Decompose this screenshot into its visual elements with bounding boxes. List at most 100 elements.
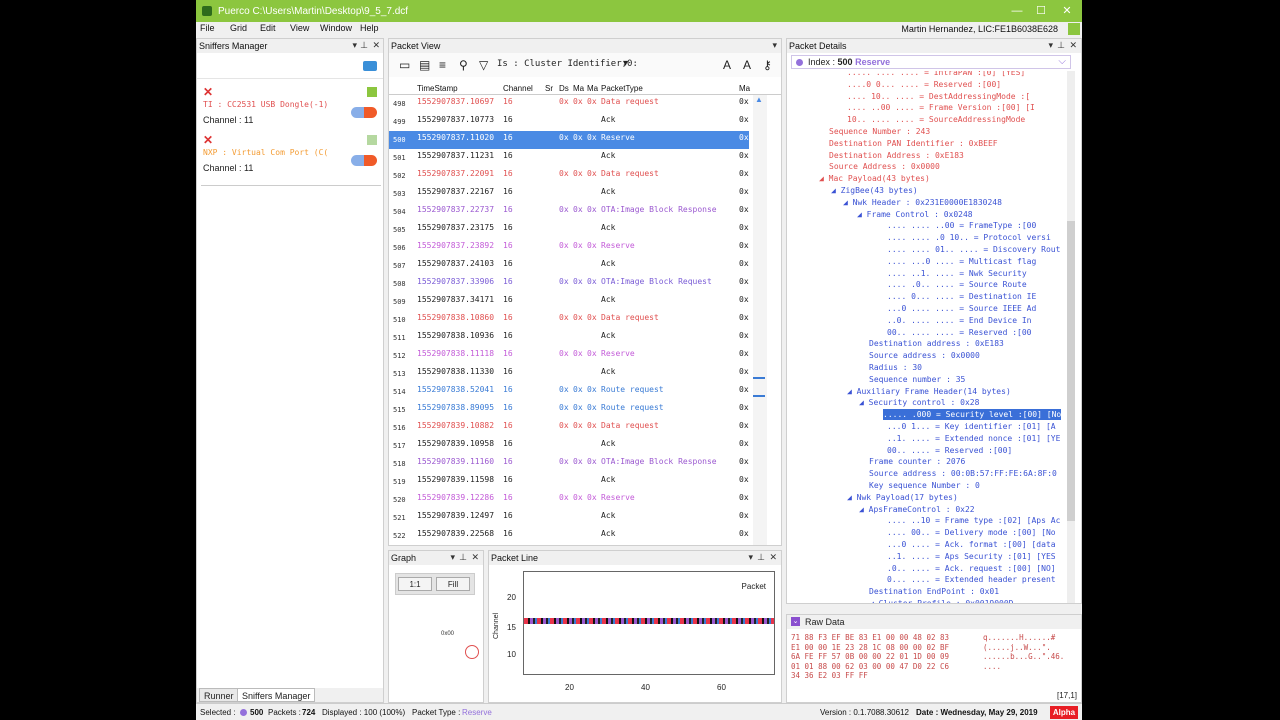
tree-node[interactable]: 10.. .... .... = SourceAddressingMode bbox=[847, 114, 1025, 125]
filter-icon[interactable]: ▽ bbox=[479, 58, 488, 72]
tree-node[interactable]: ...0 1... = Key identifier :[01] [A bbox=[887, 421, 1056, 432]
slider-track[interactable] bbox=[201, 185, 381, 189]
tree-node[interactable]: Sequence number : 35 bbox=[869, 374, 965, 385]
tree-node[interactable]: ..1. .... = Aps Security :[01] [YES bbox=[887, 551, 1056, 562]
node-icon[interactable] bbox=[465, 645, 479, 659]
tree-node[interactable]: 00.. .... = Reserved :[00] bbox=[887, 445, 1012, 456]
details-scrollbar[interactable] bbox=[1067, 71, 1075, 603]
table-row[interactable]: 502 1552907837.22091 16 0x 0x 0x Data request 0… bbox=[389, 167, 749, 185]
scroll-thumb[interactable] bbox=[1067, 221, 1075, 521]
table-row[interactable]: 508 1552907837.33906 16 0x 0x 0x OTA:Image Blo… bbox=[389, 275, 749, 293]
tree-node[interactable]: .... 00.. = Delivery mode :[00] [No bbox=[887, 527, 1056, 538]
packet-line-plot[interactable]: Packet bbox=[523, 571, 775, 675]
table-row[interactable]: 515 1552907838.89095 16 0x 0x 0x Route request… bbox=[389, 401, 749, 419]
tree-node[interactable]: ◢ Frame Control : 0x0248 bbox=[857, 209, 973, 220]
tree-node[interactable]: .... .... ..00 = FrameType :[00 bbox=[887, 220, 1036, 231]
tree-node[interactable]: .... ...0 .... = Multicast flag bbox=[887, 256, 1036, 267]
table-row[interactable]: 518 1552907839.11160 16 0x 0x 0x OTA:Image Blo… bbox=[389, 455, 749, 473]
dropdown-icon[interactable]: ▾ bbox=[352, 40, 357, 51]
col-source[interactable]: Sr bbox=[545, 84, 553, 93]
col-mac[interactable]: Ma bbox=[573, 84, 584, 93]
tree-node[interactable]: Source Address : 0x0000 bbox=[829, 161, 940, 172]
tree-node[interactable]: ....0 0... .... = Reserved :[00] bbox=[847, 79, 1001, 90]
tab-sniffers-manager[interactable]: Sniffers Manager bbox=[237, 688, 316, 702]
tree-node[interactable]: .... .... .0 10.. = Protocol versi bbox=[887, 232, 1051, 243]
sniffer-item[interactable]: ✕ NXP : Virtual Com Port (C( Channel : 1… bbox=[197, 133, 383, 181]
tree-node[interactable]: Radius : 30 bbox=[869, 362, 922, 373]
col-channel[interactable]: Channel bbox=[503, 84, 533, 93]
table-row[interactable]: 514 1552907838.52041 16 0x 0x 0x Route request… bbox=[389, 383, 749, 401]
pin-icon[interactable]: ⊥ bbox=[757, 552, 765, 563]
tree-node[interactable]: .... 0... .... = Destination IE bbox=[887, 291, 1036, 302]
tree-node[interactable]: ..... .000 = Security level :[00] [No bbox=[883, 409, 1062, 421]
table-row[interactable]: 504 1552907837.22737 16 0x 0x 0x OTA:Image Blo… bbox=[389, 203, 749, 221]
col-mac2[interactable]: Ma bbox=[587, 84, 598, 93]
dropdown-icon[interactable]: ▾ bbox=[772, 40, 777, 51]
font-increase-icon[interactable]: A bbox=[723, 58, 731, 72]
filter-selector[interactable]: Is : Cluster Identifier,0: bbox=[497, 59, 638, 69]
menu-edit[interactable]: Edit bbox=[260, 23, 276, 33]
tree-node[interactable]: Destination address : 0xE183 bbox=[869, 338, 1004, 349]
table-row[interactable]: 505 1552907837.23175 16 Ack 0x bbox=[389, 221, 749, 239]
tree-node[interactable]: ..... .... .... = IntraPAN :[0] [YES] bbox=[847, 71, 1025, 78]
chevron-down-icon[interactable]: ⌵ bbox=[1058, 56, 1066, 67]
close-panel-icon[interactable]: ✕ bbox=[769, 552, 777, 563]
close-panel-icon[interactable]: ✕ bbox=[471, 552, 479, 563]
font-decrease-icon[interactable]: A bbox=[743, 58, 751, 72]
tree-node[interactable]: ...0 .... .... = Source IEEE Ad bbox=[887, 303, 1036, 314]
collapse-icon[interactable]: ⌄ bbox=[791, 617, 800, 626]
tree-node[interactable]: ...0 .... = Ack. format :[00] [data bbox=[887, 539, 1056, 550]
menu-window[interactable]: Window bbox=[320, 23, 352, 33]
table-row[interactable]: 521 1552907839.12497 16 Ack 0x bbox=[389, 509, 749, 527]
tree-node[interactable]: ◢ ApsFrameControl : 0x22 bbox=[859, 504, 975, 515]
remove-sniffer-icon[interactable]: ✕ bbox=[203, 85, 213, 99]
tree-node[interactable]: Frame counter : 2076 bbox=[869, 456, 965, 467]
table-row[interactable]: 520 1552907839.12286 16 0x 0x 0x Reserve 0x bbox=[389, 491, 749, 509]
table-row[interactable]: 509 1552907837.34171 16 Ack 0x bbox=[389, 293, 749, 311]
tree-node[interactable]: ◢ Nwk Header : 0x231E0000E1830248 bbox=[843, 197, 1002, 208]
col-packet-type[interactable]: PacketType bbox=[601, 84, 643, 93]
sniffer-item[interactable]: ✕ TI : CC2531 USB Dongle(-1) Channel : 1… bbox=[197, 85, 383, 133]
tree-node[interactable]: Source address : 0x0000 bbox=[869, 350, 980, 361]
table-row[interactable]: 519 1552907839.11598 16 Ack 0x bbox=[389, 473, 749, 491]
tree-node[interactable]: ◢ Nwk Payload(17 bytes) bbox=[847, 492, 958, 503]
tree-node[interactable]: Destination Address : 0xE183 bbox=[829, 150, 964, 161]
remove-sniffer-icon[interactable]: ✕ bbox=[203, 133, 213, 147]
pin-icon[interactable]: ⊥ bbox=[360, 40, 368, 51]
table-row[interactable]: 513 1552907838.11330 16 Ack 0x bbox=[389, 365, 749, 383]
col-timestamp[interactable]: TimeStamp bbox=[417, 84, 458, 93]
pin-icon[interactable]: ⊥ bbox=[459, 552, 467, 563]
add-sniffer-icon[interactable] bbox=[363, 61, 377, 71]
tree-node[interactable]: ◢ Mac Payload(43 bytes) bbox=[819, 173, 930, 184]
open-icon[interactable]: ▭ bbox=[399, 58, 410, 72]
tree-node[interactable]: Key sequence Number : 0 bbox=[869, 480, 980, 491]
tree-node[interactable]: ..0. .... .... = End Device In bbox=[887, 315, 1032, 326]
list-icon[interactable]: ≡ bbox=[439, 58, 446, 72]
close-panel-icon[interactable]: ✕ bbox=[372, 40, 380, 51]
sniffer-toggle[interactable] bbox=[351, 155, 377, 166]
search-icon[interactable]: ⚷ bbox=[763, 58, 772, 72]
table-row[interactable]: 499 1552907837.10773 16 Ack 0x bbox=[389, 113, 749, 131]
tree-node[interactable]: Sequence Number : 243 bbox=[829, 126, 930, 137]
broom-icon[interactable]: ⚲ bbox=[459, 58, 468, 72]
table-row[interactable]: 498 1552907837.10697 16 0x 0x 0x Data request 0… bbox=[389, 95, 749, 113]
table-row[interactable]: 500 1552907837.11020 16 0x 0x 0x Reserve 0x bbox=[389, 131, 749, 149]
fill-button[interactable]: Fill bbox=[436, 577, 470, 591]
table-row[interactable]: 510 1552907838.10860 16 0x 0x 0x Data request 0… bbox=[389, 311, 749, 329]
tree-node[interactable]: .... 10.. .... = DestAddressingMode :[ bbox=[847, 91, 1030, 102]
table-row[interactable]: 511 1552907838.10936 16 Ack 0x bbox=[389, 329, 749, 347]
save-icon[interactable]: ▤ bbox=[419, 58, 430, 72]
tree-node[interactable]: .... ..1. .... = Nwk Security bbox=[887, 268, 1027, 279]
index-selector[interactable]: Index : 500 Reserve ⌵ bbox=[791, 55, 1071, 69]
dropdown-icon[interactable]: ▾ bbox=[450, 552, 455, 563]
tree-node[interactable]: ◢ Security control : 0x28 bbox=[859, 397, 979, 408]
pin-icon[interactable]: ⊥ bbox=[1057, 40, 1065, 51]
table-row[interactable]: 522 1552907839.22568 16 Ack 0x bbox=[389, 527, 749, 545]
tree-node[interactable]: ..1. .... = Extended nonce :[01] [YE bbox=[887, 433, 1060, 444]
tab-runner[interactable]: Runner bbox=[199, 688, 239, 702]
tree-node[interactable]: ◢ ZigBee(43 bytes) bbox=[831, 185, 918, 196]
table-row[interactable]: 503 1552907837.22167 16 Ack 0x bbox=[389, 185, 749, 203]
table-row[interactable]: 506 1552907837.23892 16 0x 0x 0x Reserve 0x bbox=[389, 239, 749, 257]
tree-node[interactable]: .... .... 01.. .... = Discovery Rout bbox=[887, 244, 1060, 255]
filter-dropdown-icon[interactable]: ▾ bbox=[623, 58, 628, 69]
